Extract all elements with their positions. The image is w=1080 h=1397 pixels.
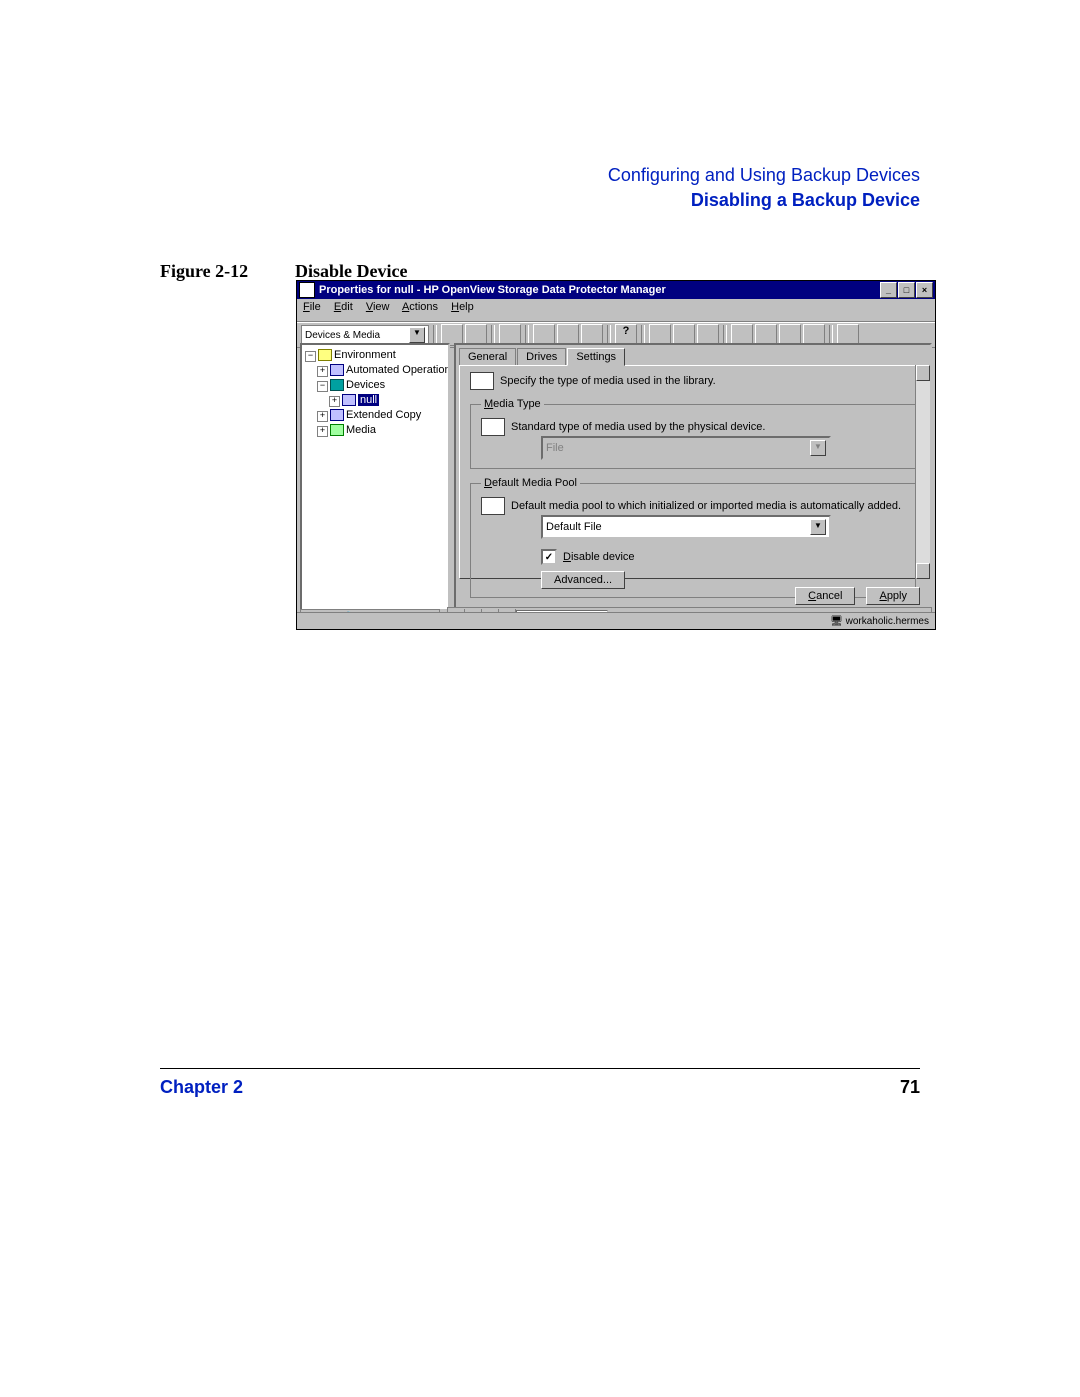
subsection-header: Disabling a Backup Device <box>160 190 920 211</box>
properties-panel: General Drives Settings Specify the type… <box>454 343 932 611</box>
status-cell-manager: workaholic.hermes <box>846 616 929 627</box>
navigation-tree[interactable]: − Environment + Automated Operations − Devi… <box>300 343 450 611</box>
chevron-down-icon[interactable]: ▼ <box>409 327 425 343</box>
context-combo[interactable]: Devices & Media ▼ <box>301 325 429 345</box>
chevron-down-icon: ▼ <box>810 440 826 456</box>
collapse-icon[interactable]: − <box>317 381 328 392</box>
tree-root[interactable]: Environment <box>334 349 396 361</box>
maximize-button[interactable]: □ <box>898 282 915 298</box>
tree-device-null[interactable]: null <box>358 394 379 406</box>
settings-intro: Specify the type of media used in the li… <box>500 375 716 387</box>
cell-manager-icon: 🖥 <box>830 616 843 627</box>
default-pool-value: Default File <box>546 521 602 533</box>
media-type-value: File <box>546 442 564 454</box>
collapse-icon[interactable]: − <box>305 351 316 362</box>
tab-settings[interactable]: Settings <box>567 348 625 366</box>
media-type-icon <box>481 418 505 436</box>
scroll-down-icon[interactable] <box>916 563 930 579</box>
application-window: Properties for null - HP OpenView Storag… <box>296 280 936 630</box>
close-button[interactable]: × <box>916 282 933 298</box>
media-icon <box>330 424 344 436</box>
operations-icon <box>330 364 344 376</box>
default-media-pool-group: Default Media Pool Default media pool to… <box>470 477 916 598</box>
media-pool-icon <box>481 497 505 515</box>
expand-icon[interactable]: + <box>317 426 328 437</box>
disable-device-label: Disable device <box>563 551 635 563</box>
menu-bar: FFileile Edit View Actions Help <box>297 299 935 322</box>
device-type-icon <box>470 372 494 390</box>
page-number: 71 <box>900 1077 920 1098</box>
section-header: Configuring and Using Backup Devices <box>160 165 920 186</box>
advanced-button[interactable]: Advanced... <box>541 571 625 589</box>
tab-drives[interactable]: Drives <box>517 348 566 366</box>
chapter-label: Chapter 2 <box>160 1077 243 1097</box>
extended-copy-icon <box>330 409 344 421</box>
device-icon <box>342 394 356 406</box>
figure-title: Disable Device <box>295 261 407 281</box>
app-icon <box>299 282 315 298</box>
scroll-up-icon[interactable] <box>916 365 930 381</box>
chevron-down-icon[interactable]: ▼ <box>810 519 826 535</box>
default-media-pool-legend: Default Media Pool <box>481 477 580 489</box>
disable-device-checkbox[interactable]: ✓ <box>541 549 557 565</box>
menu-edit[interactable]: Edit <box>334 301 353 313</box>
figure-number: Figure 2-12 <box>160 261 290 282</box>
menu-view[interactable]: View <box>366 301 390 313</box>
expand-icon[interactable]: + <box>317 411 328 422</box>
media-type-select: File ▼ <box>541 436 831 460</box>
default-pool-select[interactable]: Default File ▼ <box>541 515 831 539</box>
toolbar-separator <box>525 325 529 345</box>
media-type-desc: Standard type of media used by the physi… <box>511 421 765 433</box>
cancel-button[interactable]: Cancel <box>795 587 855 605</box>
tab-content: Specify the type of media used in the li… <box>459 365 927 579</box>
tab-general[interactable]: General <box>459 348 516 366</box>
menu-file[interactable]: FFileile <box>303 301 321 313</box>
apply-button[interactable]: Apply <box>866 587 920 605</box>
toolbar-separator <box>607 325 611 345</box>
window-title: Properties for null - HP OpenView Storag… <box>319 284 879 296</box>
menu-help[interactable]: Help <box>451 301 474 313</box>
toolbar-separator <box>433 325 437 345</box>
default-pool-desc: Default media pool to which initialized … <box>511 500 901 512</box>
expand-icon[interactable]: + <box>317 366 328 377</box>
tree-automated-operations[interactable]: Automated Operations <box>346 364 450 376</box>
status-bar: 🖥 workaholic.hermes <box>297 612 935 629</box>
media-type-legend: Media Type <box>481 398 544 410</box>
media-type-group: Media Type Standard type of media used b… <box>470 398 916 469</box>
toolbar-separator <box>641 325 645 345</box>
devices-icon <box>330 379 344 391</box>
minimize-button[interactable]: _ <box>880 282 897 298</box>
tree-media[interactable]: Media <box>346 424 376 436</box>
toolbar-separator <box>491 325 495 345</box>
title-bar[interactable]: Properties for null - HP OpenView Storag… <box>297 281 935 299</box>
tree-extended-copy[interactable]: Extended Copy <box>346 409 421 421</box>
tree-devices[interactable]: Devices <box>346 379 385 391</box>
toolbar-separator <box>829 325 833 345</box>
scrollbar[interactable] <box>915 365 930 579</box>
context-combo-value: Devices & Media <box>305 330 380 341</box>
folder-icon <box>318 349 332 361</box>
menu-actions[interactable]: Actions <box>402 301 438 313</box>
toolbar-separator <box>723 325 727 345</box>
expand-icon[interactable]: + <box>329 396 340 407</box>
page-footer: Chapter 2 71 <box>160 1068 920 1098</box>
